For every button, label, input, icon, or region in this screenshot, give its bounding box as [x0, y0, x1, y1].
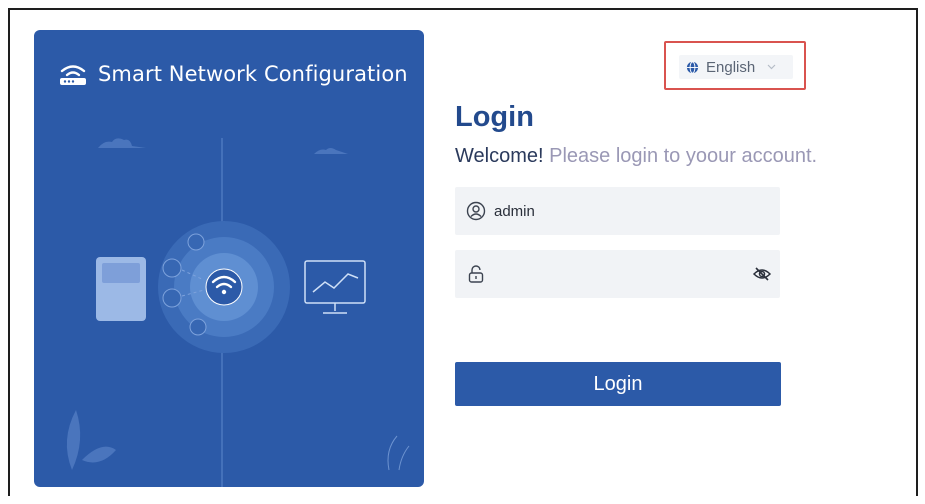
welcome-strong: Welcome! — [455, 145, 544, 167]
monitor-chart-icon — [304, 260, 366, 314]
chevron-down-icon — [767, 64, 776, 70]
page-title: Login — [455, 101, 534, 133]
password-input[interactable] — [494, 265, 744, 283]
password-field[interactable] — [455, 250, 780, 298]
username-field[interactable] — [455, 187, 780, 235]
language-highlight: English — [664, 41, 806, 90]
promo-header: Smart Network Configuration — [58, 62, 408, 86]
eye-off-icon[interactable] — [752, 264, 772, 289]
language-label: English — [706, 58, 756, 76]
user-icon — [466, 201, 486, 221]
network-illustration — [66, 138, 410, 487]
promo-title: Smart Network Configuration — [98, 62, 408, 86]
globe-icon — [686, 60, 699, 74]
promo-panel: Smart Network Configuration — [34, 30, 424, 487]
language-select[interactable]: English — [679, 55, 793, 79]
welcome-text: Welcome! Please login to yoour account. — [455, 145, 817, 168]
username-input[interactable] — [494, 202, 744, 220]
welcome-rest: Please login to yoour account. — [543, 145, 818, 167]
login-button[interactable]: Login — [455, 362, 781, 406]
router-icon — [60, 65, 86, 85]
lock-icon — [468, 265, 484, 283]
